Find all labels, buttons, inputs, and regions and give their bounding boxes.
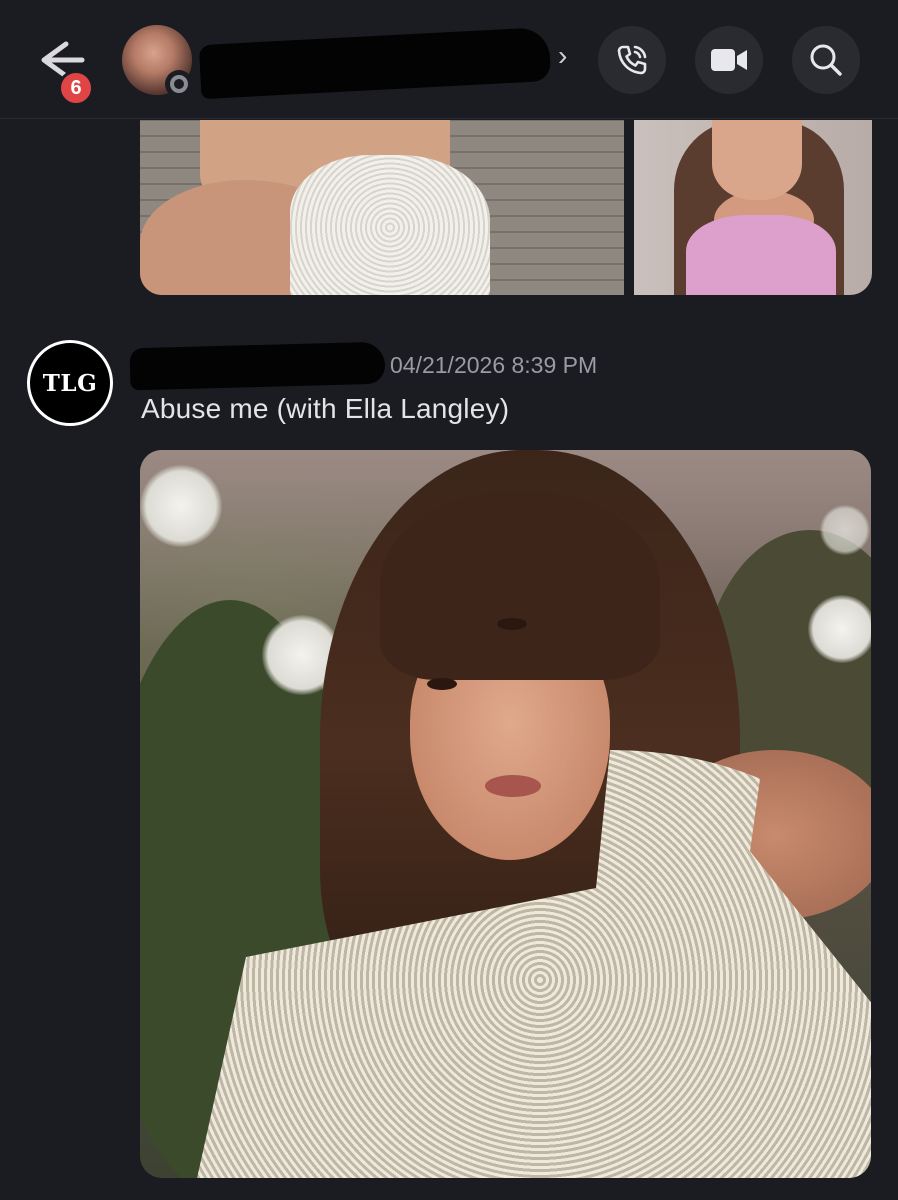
video-camera-icon xyxy=(711,49,747,71)
message-image[interactable] xyxy=(140,450,871,1178)
status-idle-icon xyxy=(165,70,193,98)
attachment-image[interactable] xyxy=(140,120,624,295)
image-content xyxy=(808,595,871,663)
image-content xyxy=(820,505,870,555)
image-content xyxy=(686,215,836,295)
image-content xyxy=(380,490,660,680)
search-button[interactable] xyxy=(792,26,860,94)
phone-icon xyxy=(617,45,647,75)
redacted-author-name[interactable] xyxy=(129,341,386,391)
image-content xyxy=(140,465,222,547)
voice-call-button[interactable] xyxy=(598,26,666,94)
search-icon xyxy=(810,44,842,76)
attachment-image[interactable] xyxy=(634,120,872,295)
message-timestamp: 04/21/2026 8:39 PM xyxy=(390,352,598,378)
image-content xyxy=(712,120,802,200)
message-text: Abuse me (with Ella Langley) xyxy=(141,393,510,424)
chat-header: 6 › xyxy=(0,0,898,119)
image-content xyxy=(485,775,541,797)
redacted-name[interactable] xyxy=(198,26,552,100)
image-content xyxy=(497,618,527,630)
unread-badge: 6 xyxy=(58,70,94,106)
chevron-right-icon[interactable]: › xyxy=(558,42,567,70)
image-content xyxy=(290,155,490,295)
author-avatar[interactable]: TLG xyxy=(27,340,113,426)
avatar-logo-text: TLG xyxy=(42,369,98,397)
video-call-button[interactable] xyxy=(695,26,763,94)
image-content xyxy=(427,678,457,690)
